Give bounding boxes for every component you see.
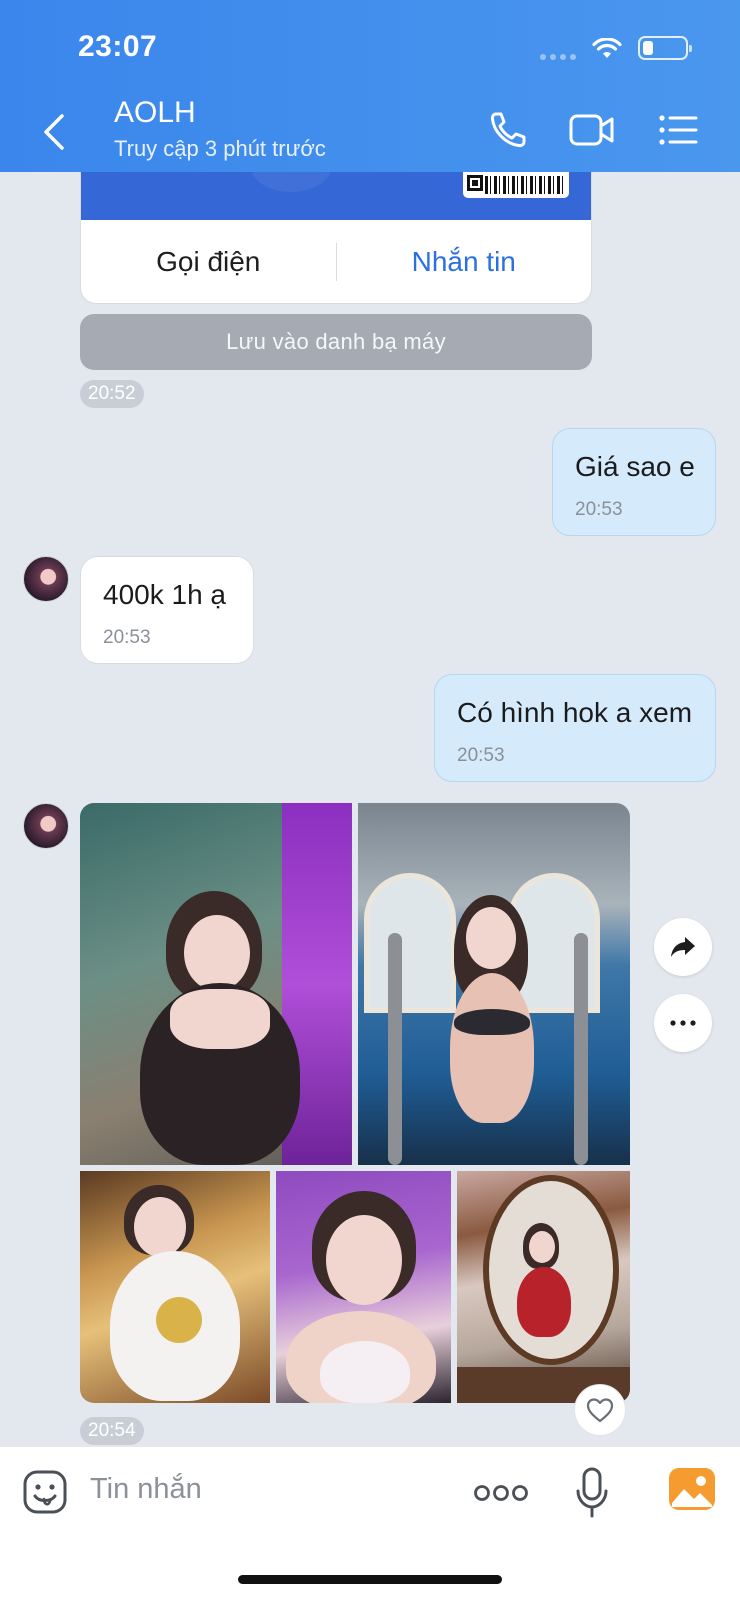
timestamp-pill: 20:52 [80,380,144,408]
sticker-icon[interactable] [22,1469,68,1515]
forward-arrow-icon [671,937,695,957]
last-seen-status: Truy cập 3 phút trước [114,136,326,161]
qr-code-icon [463,172,569,198]
photo-thumbnail[interactable] [276,1171,451,1403]
message-text: Có hình hok a xem [457,697,693,728]
outgoing-message[interactable]: Giá sao e 20:53 [552,428,716,536]
save-to-contacts-button[interactable]: Lưu vào danh bạ máy [80,314,592,370]
more-options-button[interactable] [654,994,712,1052]
contact-name[interactable]: AOLH [114,96,196,130]
status-bar-time: 23:07 [78,30,158,63]
contact-card-banner [81,172,591,220]
outgoing-message[interactable]: Có hình hok a xem 20:53 [434,674,716,782]
menu-list-icon[interactable] [656,108,704,152]
cellular-signal-icon [540,54,576,60]
chat-header: 23:07 AOLH Truy cập 3 phút trước [0,0,740,172]
contact-avatar[interactable] [23,803,69,849]
photo-thumbnail[interactable] [80,1171,270,1403]
message-input-bar: Tin nhắn [0,1446,740,1600]
call-button[interactable]: Gọi điện [81,246,336,278]
battery-icon [638,36,692,60]
react-heart-button[interactable] [574,1384,626,1436]
contact-card: Gọi điện Nhắn tin [80,172,592,304]
message-text: 400k 1h ạ [103,579,226,610]
message-button[interactable]: Nhắn tin [337,246,592,278]
photo-thumbnail[interactable] [358,803,630,1165]
heart-icon [586,1398,614,1423]
message-time: 20:53 [457,745,505,766]
phone-icon[interactable] [486,108,534,152]
message-input[interactable]: Tin nhắn [90,1473,202,1506]
forward-button[interactable] [654,918,712,976]
more-icon[interactable] [474,1483,528,1503]
more-dots-icon [670,1020,696,1026]
home-indicator [238,1575,502,1584]
photo-grid [80,803,630,1403]
microphone-icon[interactable] [575,1467,609,1519]
video-call-icon[interactable] [568,108,616,152]
timestamp-pill: 20:54 [80,1417,144,1445]
contact-avatar[interactable] [23,556,69,602]
wifi-icon [592,38,622,58]
gallery-icon[interactable] [668,1467,716,1511]
photo-thumbnail[interactable] [457,1171,630,1403]
incoming-message[interactable]: 400k 1h ạ 20:53 [80,556,254,664]
photo-thumbnail[interactable] [80,803,352,1165]
message-time: 20:53 [575,499,623,520]
message-text: Giá sao e [575,451,695,482]
back-chevron-icon[interactable] [36,108,76,156]
message-time: 20:53 [103,627,151,648]
